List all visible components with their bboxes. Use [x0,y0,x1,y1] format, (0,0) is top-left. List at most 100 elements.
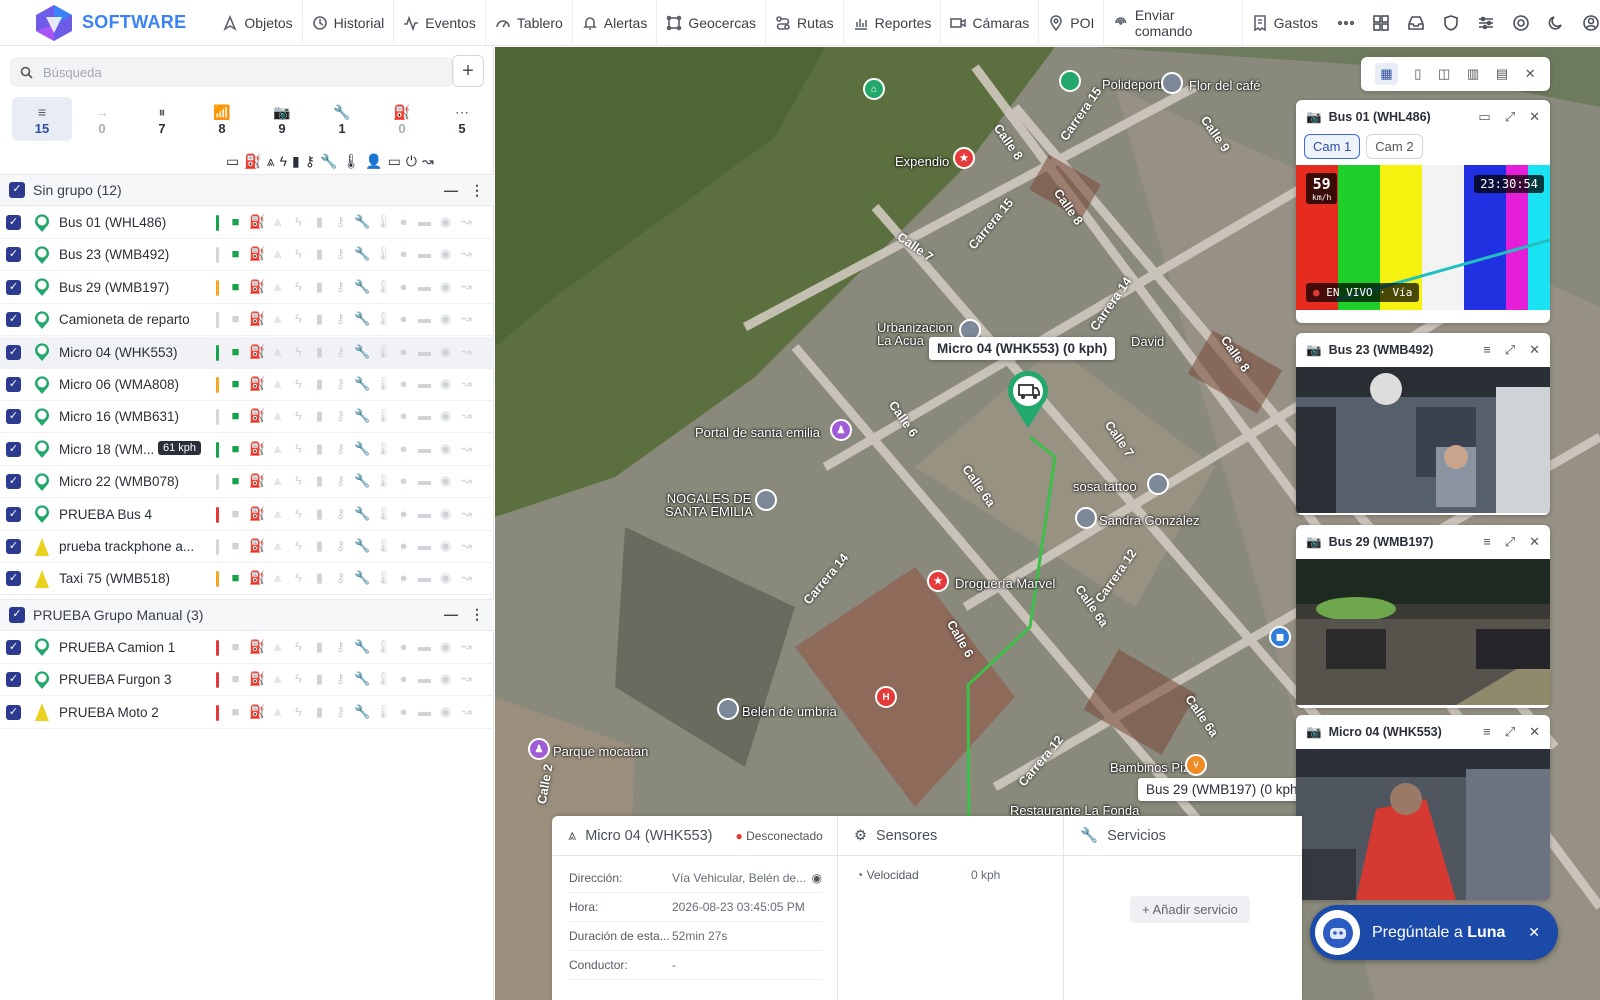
camera-feed[interactable] [1296,559,1550,705]
row-checkbox[interactable]: ✓ [6,377,21,392]
status-filter-stopped[interactable]: ⏸ 7 [132,97,192,141]
help-icon[interactable] [1512,14,1530,32]
vehicle-marker[interactable] [1007,370,1049,430]
signal-icon[interactable]: ▮ [292,153,300,170]
collapse-group-icon[interactable]: — [444,182,458,199]
tab-cam-1[interactable]: Cam 1 [1304,134,1361,159]
object-row[interactable]: ✓ Bus 01 (WHL486) ■ ⛽ ⩓ ϟ ▮ ⚷ 🔧 🌡 ● ▬ ◉ ↝ [0,207,494,239]
lightning-icon[interactable]: ϟ [280,153,287,170]
grid-icon[interactable] [1372,14,1390,32]
assistant-button[interactable]: Pregúntale a Luna ✕ [1310,905,1558,960]
power-icon[interactable]: ⏻ [406,153,417,170]
layout-three-icon[interactable]: ▥ [1467,66,1479,82]
row-checkbox[interactable]: ✓ [6,539,21,554]
search-input[interactable]: Búsqueda [10,57,454,87]
nav-item-eventos[interactable]: Eventos [394,0,486,46]
nav-item-c-maras[interactable]: Cámaras [941,0,1040,46]
row-checkbox[interactable]: ✓ [6,672,21,688]
route-icon[interactable]: ↝ [422,153,434,170]
object-row[interactable]: ✓ PRUEBA Bus 4 ■ ⛽ ⩓ ϟ ▮ ⚷ 🔧 🌡 ● ▬ ◉ ↝ [0,499,494,531]
close-icon[interactable]: ✕ [1528,924,1540,941]
object-row[interactable]: ✓ Micro 06 (WMA808) ■ ⛽ ⩓ ϟ ▮ ⚷ 🔧 🌡 ● ▬ ◉ ↝ [0,369,494,401]
menu-icon[interactable]: ≡ [1483,342,1491,358]
layout-two-icon[interactable]: ◫ [1438,66,1450,82]
poi-marker[interactable]: ★ [927,570,949,592]
message-icon[interactable]: ▭ [388,153,401,170]
add-object-button[interactable]: + [452,55,484,87]
row-checkbox[interactable]: ✓ [6,571,21,587]
nav-item-enviar-comando[interactable]: Enviar comando [1104,0,1243,46]
object-row[interactable]: ✓ PRUEBA Moto 2 ■ ⛽ ⩓ ϟ ▮ ⚷ 🔧 🌡 ● ▬ ◉ ↝ [0,697,494,729]
row-checkbox[interactable]: ✓ [6,215,21,230]
driver-icon[interactable]: 👤 [365,153,382,170]
group-menu-icon[interactable]: ⋮ [470,182,484,199]
layout-single-icon[interactable]: ▯ [1414,66,1421,82]
poi-marker[interactable]: ♟ [528,738,550,760]
inbox-icon[interactable] [1407,14,1425,32]
camera-feed[interactable] [1296,367,1550,513]
poi-marker[interactable] [1075,507,1097,529]
group-header[interactable]: ✓ Sin grupo (12) — ⋮ [0,174,494,206]
close-icon[interactable]: ✕ [1525,66,1536,82]
nav-item-rutas[interactable]: Rutas [766,0,844,46]
nav-item-tablero[interactable]: Tablero [486,0,573,46]
app-logo[interactable]: SOFTWARE [32,3,199,43]
expand-icon[interactable]: ⤢ [1505,342,1515,358]
poi-marker[interactable] [755,489,777,511]
nav-item-reportes[interactable]: Reportes [844,0,942,46]
poi-marker[interactable]: ⑂ [1185,754,1207,776]
object-row[interactable]: ✓ PRUEBA Camion 1 ■ ⛽ ⩓ ϟ ▮ ⚷ 🔧 🌡 ● ▬ ◉ ↝ [0,632,494,664]
poi-marker[interactable]: ◼ [1269,626,1291,648]
key-icon[interactable]: ⚷ [305,153,315,170]
nav-item-objetos[interactable]: Objetos [213,0,303,46]
poi-marker[interactable] [1059,70,1081,92]
collapse-group-icon[interactable]: — [444,606,458,623]
status-filter-moving[interactable]: → 0 [72,97,132,141]
eye-icon[interactable]: ◉ [812,871,822,885]
expand-icon[interactable]: ⤢ [1505,724,1515,740]
add-service-button[interactable]: + Añadir servicio [1130,896,1250,923]
row-checkbox[interactable]: ✓ [6,344,21,360]
layout-grid-icon[interactable]: ▦ [1375,63,1398,85]
poi-marker[interactable]: ♟ [830,419,852,441]
object-row[interactable]: ✓ Micro 16 (WMB631) ■ ⛽ ⩓ ϟ ▮ ⚷ 🔧 🌡 ● ▬ ◉ ↝ [0,401,494,434]
poi-marker[interactable]: ★ [953,147,975,169]
poi-marker[interactable]: ⌂ [863,78,885,100]
close-icon[interactable]: ✕ [1529,342,1540,358]
video-icon[interactable]: ▭ [1478,109,1490,125]
object-row[interactable]: ✓ Bus 29 (WMB197) ■ ⛽ ⩓ ϟ ▮ ⚷ 🔧 🌡 ● ▬ ◉ ↝ [0,272,494,304]
row-checkbox[interactable]: ✓ [6,474,21,490]
more-icon[interactable] [1337,14,1355,32]
road-icon[interactable]: ⩓ [267,153,275,170]
group-menu-icon[interactable]: ⋮ [470,606,484,623]
object-row[interactable]: ✓ Bus 23 (WMB492) ■ ⛽ ⩓ ϟ ▮ ⚷ 🔧 🌡 ● ▬ ◉ ↝ [0,239,494,272]
row-checkbox[interactable]: ✓ [6,247,21,263]
shield-icon[interactable] [1442,14,1460,32]
status-filter-no-signal[interactable]: 📶 8 [192,97,252,141]
nav-item-alertas[interactable]: Alertas [573,0,658,46]
row-checkbox[interactable]: ✓ [6,441,21,457]
object-row[interactable]: ✓ Taxi 75 (WMB518) ■ ⛽ ⩓ ϟ ▮ ⚷ 🔧 🌡 ● ▬ ◉ ↝ [0,563,494,596]
tab-cam-2[interactable]: Cam 2 [1366,134,1423,159]
nav-item-geocercas[interactable]: Geocercas [657,0,767,46]
poi-marker[interactable]: H [875,686,897,708]
status-filter-fuel[interactable]: ⛽ 0 [372,97,432,141]
object-row[interactable]: ✓ PRUEBA Furgon 3 ■ ⛽ ⩓ ϟ ▮ ⚷ 🔧 🌡 ● ▬ ◉ ↝ [0,664,494,697]
row-checkbox[interactable]: ✓ [6,639,21,655]
close-icon[interactable]: ✕ [1529,109,1540,125]
nav-item-poi[interactable]: POI [1039,0,1105,46]
wrench-icon[interactable]: 🔧 [320,153,337,170]
row-checkbox[interactable]: ✓ [6,409,21,425]
row-checkbox[interactable]: ✓ [6,312,21,328]
group-header[interactable]: ✓ PRUEBA Grupo Manual (3) — ⋮ [0,598,494,631]
nav-item-historial[interactable]: Historial [303,0,395,46]
object-row[interactable]: ✓ Camioneta de reparto ■ ⛽ ⩓ ϟ ▮ ⚷ 🔧 🌡 ● ▬ ◉ ↝ [0,304,494,337]
row-checkbox[interactable]: ✓ [6,279,21,295]
nav-item-gastos[interactable]: Gastos [1243,0,1327,46]
poi-marker[interactable] [1161,72,1183,94]
close-icon[interactable]: ✕ [1529,724,1540,740]
menu-icon[interactable]: ≡ [1483,724,1491,740]
expand-icon[interactable]: ⤢ [1505,109,1515,125]
object-row[interactable]: ✓ Micro 18 (WM... 61 kph ■ ⛽ ⩓ ϟ ▮ ⚷ 🔧 🌡 ● ▬ ◉ ↝ [0,434,494,466]
layout-four-icon[interactable]: ▤ [1496,66,1508,82]
